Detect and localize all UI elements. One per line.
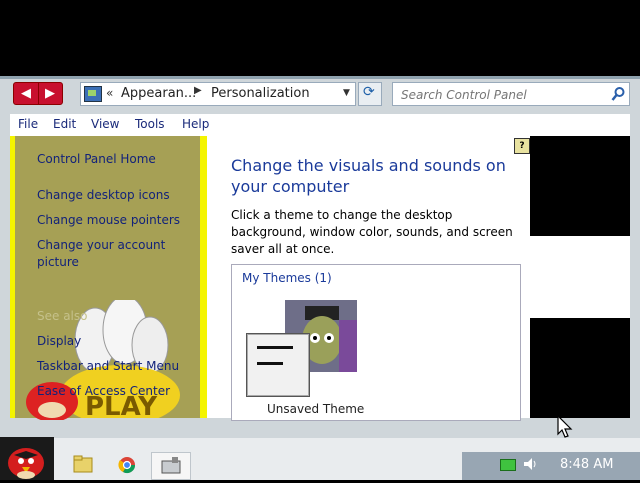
control-panel-icon (84, 86, 102, 102)
see-also-heading: See also (37, 309, 88, 323)
search-icon[interactable] (610, 86, 626, 102)
change-mouse-pointers-link[interactable]: Change mouse pointers (37, 212, 180, 229)
search-input[interactable] (399, 85, 603, 104)
system-clock[interactable]: 8:48 AM (560, 457, 613, 472)
start-button[interactable] (0, 437, 54, 480)
folder-icon (73, 455, 93, 473)
back-button[interactable]: ◀ (14, 83, 39, 104)
pane-border-right (200, 136, 207, 418)
help-icon[interactable]: ? (514, 138, 530, 154)
breadcrumb-overflow-chevron[interactable]: « (106, 86, 113, 100)
menu-help[interactable]: Help (182, 117, 209, 131)
angry-bird-start-icon (8, 448, 44, 479)
nav-buttons: ◀ ▶ (13, 82, 63, 105)
taskbar-explorer-button[interactable] (64, 452, 102, 478)
forward-button[interactable]: ▶ (38, 83, 62, 104)
mouse-cursor-icon (557, 414, 573, 438)
taskbar-start-menu-link[interactable]: Taskbar and Start Menu (37, 358, 179, 375)
menu-file[interactable]: File (18, 117, 38, 131)
display-link[interactable]: Display (37, 333, 81, 350)
breadcrumb-personalization[interactable]: Personalization (211, 86, 310, 101)
network-icon[interactable] (500, 459, 516, 471)
obscured-region (530, 318, 630, 418)
refresh-icon: ⟳ (363, 84, 375, 100)
theme-window-preview-icon (246, 333, 310, 397)
address-dropdown-arrow-icon[interactable]: ▼ (343, 88, 350, 98)
search-box[interactable] (392, 82, 630, 106)
page-description: Click a theme to change the desktop back… (231, 208, 513, 256)
menu-view[interactable]: View (91, 117, 119, 131)
ease-of-access-link[interactable]: Ease of Access Center (37, 383, 170, 400)
window-border (0, 76, 640, 79)
pane-border-left (10, 136, 15, 418)
control-panel-home-link[interactable]: Control Panel Home (37, 151, 156, 168)
taskbar-control-panel-button[interactable] (151, 452, 191, 480)
arrow-right-icon: ▶ (45, 86, 55, 101)
address-bar[interactable]: « Appearan... ▶ Personalization ▼ (80, 82, 356, 106)
control-panel-icon (161, 457, 181, 474)
change-account-picture-link[interactable]: Change your account picture (37, 237, 187, 271)
change-desktop-icons-link[interactable]: Change desktop icons (37, 187, 170, 204)
taskbar-chrome-button[interactable] (108, 452, 146, 478)
breadcrumb-separator-icon[interactable]: ▶ (194, 85, 202, 96)
breadcrumb-appearance[interactable]: Appearan... (121, 86, 196, 101)
menu-bar: File Edit View Tools Help (10, 114, 630, 137)
refresh-button[interactable]: ⟳ (358, 82, 382, 106)
unsaved-theme-label[interactable]: Unsaved Theme (267, 402, 364, 416)
menu-edit[interactable]: Edit (53, 117, 76, 131)
menu-tools[interactable]: Tools (135, 117, 165, 131)
themes-list: My Themes (1) Unsaved Theme (231, 264, 521, 421)
arrow-left-icon: ◀ (21, 86, 31, 101)
chrome-icon (118, 457, 136, 474)
volume-icon[interactable] (522, 456, 538, 472)
my-themes-heading: My Themes (1) (242, 271, 332, 285)
page-title: Change the visuals and sounds on your co… (231, 156, 506, 196)
obscured-region (530, 136, 630, 236)
